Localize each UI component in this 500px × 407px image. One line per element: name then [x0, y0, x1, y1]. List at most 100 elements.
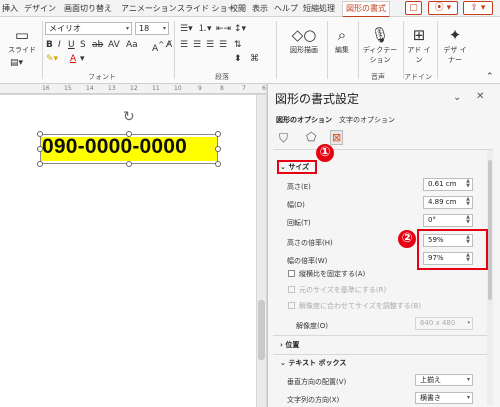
resize-handle[interactable]	[37, 161, 43, 167]
addins-button[interactable]: ⊞ アド イン	[405, 27, 433, 65]
tab-slideshow[interactable]: スライド ショー	[177, 3, 236, 14]
share-icon: ⇪ ▾	[470, 3, 486, 13]
new-slide-button[interactable]: ▭ スライド	[4, 27, 40, 55]
tab-design[interactable]: デザイン	[24, 3, 56, 14]
textbox-section-header[interactable]: ⌄ テキスト ボックス	[280, 358, 346, 368]
font-name-select[interactable]: メイリオ ▾	[45, 22, 132, 35]
resize-handle[interactable]	[37, 146, 43, 152]
annotation-badge-2: ②	[398, 230, 416, 248]
rotation-input[interactable]: 0° ▲ ▼	[423, 214, 473, 227]
fill-line-icon[interactable]: ⛉	[279, 131, 288, 146]
spinner-icon[interactable]: ▲ ▼	[466, 179, 470, 189]
rotation-value: 0°	[428, 216, 436, 224]
font-size-select[interactable]: 18 ▾	[135, 22, 169, 35]
tab-transitions[interactable]: 画面切り替え	[64, 3, 112, 14]
vertical-align-select[interactable]: 上揃え ▾	[415, 374, 473, 386]
position-section-header[interactable]: › 位置	[280, 340, 299, 350]
chevron-down-icon[interactable]: ⌄	[453, 92, 461, 103]
textbox-text[interactable]: 090-0000-0000	[42, 135, 187, 159]
ruler-mark: 7	[242, 85, 246, 92]
chevron-up-icon[interactable]: ⌃	[486, 72, 494, 82]
text-direction-select[interactable]: 横書き ▾	[415, 392, 473, 404]
indent-icon[interactable]: ⇤⇥	[216, 24, 231, 34]
comment-icon: ▢	[409, 3, 418, 13]
lock-aspect-checkbox[interactable]	[288, 270, 295, 277]
line-spacing-icon[interactable]: ↕▾	[234, 24, 246, 34]
width-input[interactable]: 4.89 cm ▲ ▼	[423, 196, 473, 209]
ribbon-separator	[437, 21, 438, 79]
spinner-icon[interactable]: ▲ ▼	[466, 197, 470, 207]
justify-icon[interactable]: ☰	[219, 40, 227, 50]
dictation-button[interactable]: 🎙 ディクテーション	[361, 27, 399, 65]
highlight-icon[interactable]: ✎▾	[46, 54, 58, 64]
numbering-icon[interactable]: ⒈▾	[198, 24, 212, 34]
width-label: 幅(D)	[287, 201, 305, 209]
resolution-select[interactable]: 640 x 480 ▾	[415, 317, 473, 330]
resize-handle[interactable]	[126, 131, 132, 137]
align-center-icon[interactable]: ☰	[193, 40, 201, 50]
bullets-icon[interactable]: ☰▾	[180, 24, 193, 34]
ruler-mark: 9	[198, 85, 202, 92]
resize-handle[interactable]	[215, 146, 221, 152]
smartart-icon[interactable]: ⌘	[250, 54, 259, 64]
edit-button[interactable]: ⌕ 編集	[330, 27, 354, 55]
best-scale-checkbox[interactable]	[288, 302, 295, 309]
bold-icon[interactable]: B	[46, 40, 53, 50]
resize-handle[interactable]	[215, 161, 221, 167]
font-color-icon[interactable]: A	[70, 54, 76, 64]
grow-font-icon[interactable]: A^	[152, 40, 164, 54]
tab-animations[interactable]: アニメーション	[121, 3, 177, 14]
designer-button[interactable]: ✦ デザ イナー	[440, 27, 470, 65]
tab-view[interactable]: 表示	[252, 3, 268, 14]
resolution-label: 解像度(O)	[296, 322, 328, 330]
drawing-button[interactable]: ◇○ 図形描画	[284, 27, 324, 55]
chevron-down-icon[interactable]: ▾	[80, 54, 85, 64]
text-direction-label: 文字列の方向(X)	[287, 396, 340, 404]
spinner-icon[interactable]: ▲ ▼	[466, 215, 470, 225]
tab-shape-format[interactable]: 図形の書式	[342, 1, 390, 18]
shapes-icon: ◇○	[291, 26, 317, 44]
vertical-align-label: 垂直方向の配置(V)	[287, 378, 347, 386]
italic-icon[interactable]: I	[58, 40, 61, 50]
tab-review[interactable]: 校閲	[230, 3, 246, 14]
align-text-icon[interactable]: ⬍	[234, 54, 242, 64]
tab-insert[interactable]: 挿入	[2, 3, 18, 14]
chevron-down-icon: ▾	[162, 25, 166, 32]
vertical-scrollbar[interactable]	[257, 95, 266, 407]
slide-layout-icon[interactable]: ▤▾	[10, 58, 23, 68]
effects-icon[interactable]: ⬠	[306, 130, 316, 144]
tab-shortcut[interactable]: 短縮処理	[303, 3, 335, 14]
ribbon-separator	[358, 21, 359, 79]
designer-label: デザ イナー	[443, 46, 467, 64]
resize-handle[interactable]	[215, 131, 221, 137]
underline-icon[interactable]: U	[68, 40, 75, 50]
comment-button[interactable]: ▢	[405, 1, 422, 15]
tab-text-options[interactable]: 文字のオプション	[339, 115, 395, 125]
resize-handle[interactable]	[126, 161, 132, 167]
text-direction-icon[interactable]: ⇅	[234, 40, 242, 50]
strikethrough-icon[interactable]: ab	[92, 40, 103, 50]
rotate-handle-icon[interactable]: ↻	[123, 110, 135, 124]
record-button[interactable]: ⦿ ▾	[428, 1, 458, 15]
share-button[interactable]: ⇪ ▾	[463, 1, 493, 15]
pane-scrollbar-thumb[interactable]	[488, 160, 492, 300]
case-icon[interactable]: Aa	[126, 40, 138, 50]
shadow-icon[interactable]: S	[80, 40, 86, 50]
size-properties-icon[interactable]: ⊠	[330, 130, 344, 145]
close-icon[interactable]: ✕	[476, 91, 484, 102]
pane-divider	[273, 335, 493, 336]
tab-shape-options[interactable]: 図形のオプション	[276, 115, 332, 125]
tab-help[interactable]: ヘルプ	[274, 3, 298, 14]
ruler-mark: 11	[152, 85, 160, 92]
scrollbar-thumb[interactable]	[258, 300, 265, 360]
height-input[interactable]: 0.61 cm ▲ ▼	[423, 178, 473, 191]
align-right-icon[interactable]: ☰	[206, 40, 214, 50]
spacing-icon[interactable]: AV	[108, 40, 120, 50]
resize-handle[interactable]	[37, 131, 43, 137]
align-left-icon[interactable]: ☰	[180, 40, 188, 50]
relative-original-label: 元のサイズを基準にする(R)	[299, 286, 387, 294]
lock-aspect-label: 縦横比を固定する(A)	[299, 270, 366, 278]
clear-format-icon[interactable]: A̸	[166, 40, 172, 50]
relative-original-checkbox[interactable]	[288, 286, 295, 293]
height-label: 高さ(E)	[287, 183, 311, 191]
